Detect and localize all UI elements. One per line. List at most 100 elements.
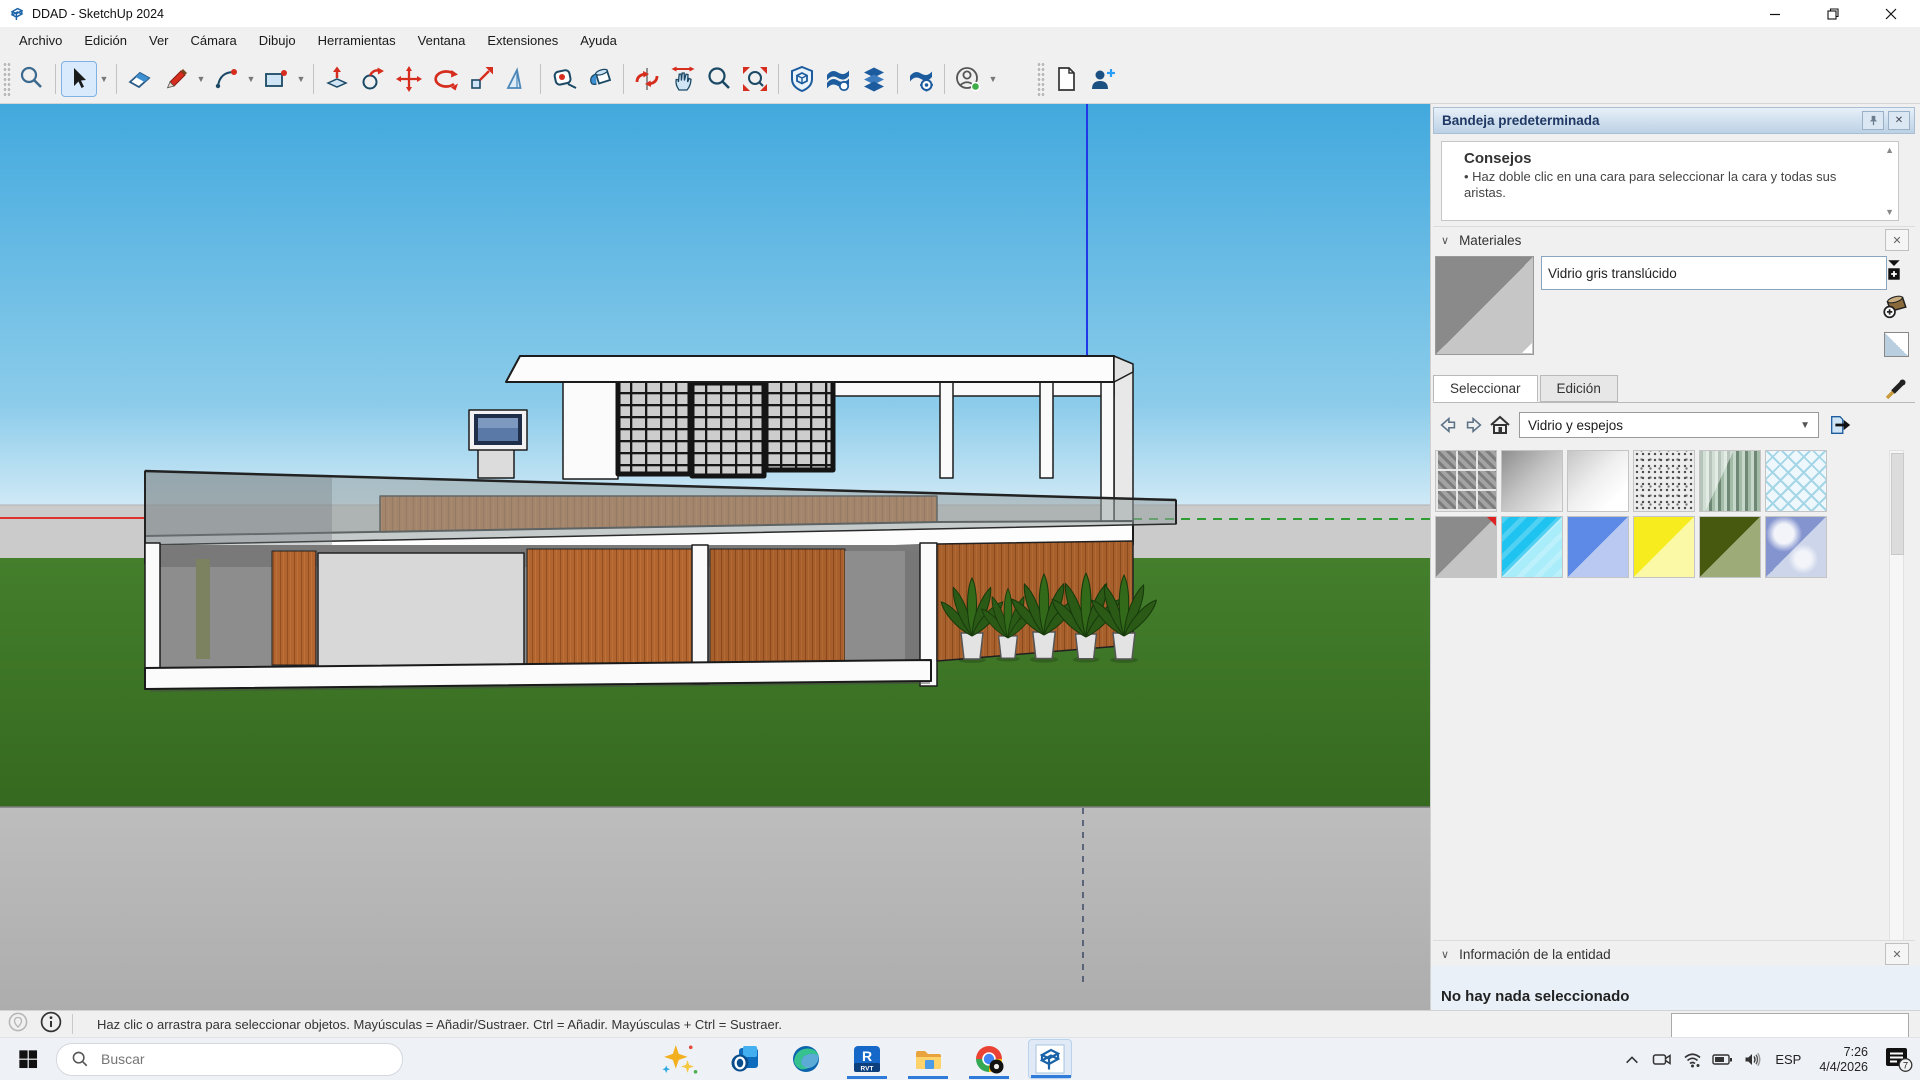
material-swatch[interactable] [1699, 516, 1761, 578]
select-tool-button[interactable] [61, 61, 97, 97]
tab-edicion[interactable]: Edición [1540, 375, 1618, 402]
collection-detail-button[interactable] [1827, 412, 1853, 438]
line-tool-dropdown[interactable]: ▼ [194, 62, 208, 96]
account-button[interactable] [950, 61, 986, 97]
meet-now-button[interactable] [1647, 1040, 1677, 1080]
pushpull-tool-button[interactable] [319, 61, 355, 97]
add-collaborator-button[interactable] [1084, 61, 1120, 97]
tray-close-button[interactable]: ✕ [1888, 111, 1910, 130]
material-swatch[interactable] [1633, 450, 1695, 512]
extension-manager-button[interactable] [903, 61, 939, 97]
material-swatch[interactable] [1765, 450, 1827, 512]
materials-section-header[interactable]: ∨ Materiales ✕ [1433, 226, 1915, 253]
collection-dropdown[interactable]: Vidrio y espejos ▼ [1519, 412, 1819, 438]
material-swatch[interactable] [1567, 450, 1629, 512]
tray-header[interactable]: Bandeja predeterminada ✕ [1433, 107, 1915, 134]
menu-camara[interactable]: Cámara [180, 29, 248, 52]
measurements-input[interactable] [1671, 1013, 1909, 1038]
viewport-3d-canvas[interactable] [0, 104, 1430, 1010]
material-name-input[interactable] [1541, 256, 1887, 290]
menu-dibujo[interactable]: Dibujo [248, 29, 307, 52]
taskbar-app-outlook[interactable] [723, 1039, 767, 1079]
tray-expand-button[interactable] [1617, 1040, 1647, 1080]
taskbar-app-revit[interactable]: RRVT [845, 1039, 889, 1079]
rectangle-tool-dropdown[interactable]: ▼ [294, 62, 308, 96]
select-tool-dropdown[interactable]: ▼ [97, 62, 111, 96]
tray-pin-button[interactable] [1862, 111, 1884, 130]
material-swatch[interactable] [1501, 450, 1563, 512]
taskbar-app-explorer[interactable] [906, 1039, 950, 1079]
close-button[interactable] [1862, 0, 1920, 27]
material-swatch[interactable] [1765, 516, 1827, 578]
geolocation-button[interactable] [8, 1012, 28, 1037]
material-swatch[interactable] [1633, 516, 1695, 578]
search-input[interactable] [99, 1050, 363, 1068]
taskbar-app-edge[interactable] [784, 1039, 828, 1079]
pan-tool-button[interactable] [665, 61, 701, 97]
dimension-tool-button[interactable] [499, 61, 535, 97]
account-dropdown[interactable]: ▼ [986, 62, 1000, 96]
search-tool-button[interactable] [14, 61, 50, 97]
zoom-tool-button[interactable] [701, 61, 737, 97]
tips-scroll-down[interactable]: ▼ [1885, 207, 1894, 217]
minimize-button[interactable] [1746, 0, 1804, 27]
back-button[interactable] [1435, 412, 1461, 438]
secondary-pane-button[interactable] [1883, 258, 1917, 287]
entity-info-close-button[interactable]: ✕ [1885, 943, 1909, 965]
trimble-connect-button[interactable] [856, 61, 892, 97]
notification-center-button[interactable]: 7 [1878, 1040, 1920, 1080]
toolbar-grip-2[interactable] [1037, 62, 1045, 96]
zoom-extents-tool-button[interactable] [737, 61, 773, 97]
volume-button[interactable] [1737, 1040, 1767, 1080]
material-preview-thumbnail[interactable] [1435, 256, 1534, 355]
restore-button[interactable] [1804, 0, 1862, 27]
taskbar-search[interactable] [56, 1043, 403, 1076]
toolbar-grip[interactable] [3, 62, 11, 96]
language-indicator[interactable]: ESP [1767, 1052, 1809, 1067]
create-material-button[interactable] [1881, 292, 1915, 325]
material-swatch-selected[interactable] [1435, 516, 1497, 578]
paint-bucket-tool-button[interactable] [582, 61, 618, 97]
menu-extensiones[interactable]: Extensiones [476, 29, 569, 52]
menu-herramientas[interactable]: Herramientas [307, 29, 407, 52]
default-material-sample[interactable] [1884, 332, 1909, 357]
line-tool-button[interactable] [158, 61, 194, 97]
menu-archivo[interactable]: Archivo [8, 29, 73, 52]
forward-button[interactable] [1461, 412, 1487, 438]
menu-edicion[interactable]: Edición [73, 29, 138, 52]
help-button[interactable] [40, 1011, 62, 1038]
followme-tool-button[interactable] [355, 61, 391, 97]
arc-tool-button[interactable] [208, 61, 244, 97]
material-swatch[interactable] [1699, 450, 1761, 512]
eraser-tool-button[interactable] [122, 61, 158, 97]
menu-ver[interactable]: Ver [138, 29, 180, 52]
copilot-button[interactable] [653, 1039, 705, 1079]
start-button[interactable] [6, 1039, 50, 1079]
entity-info-section-header[interactable]: ∨ Información de la entidad ✕ [1433, 940, 1915, 967]
tab-seleccionar[interactable]: Seleccionar [1433, 375, 1538, 402]
in-model-button[interactable] [1487, 412, 1513, 438]
preview-resize-handle[interactable] [1522, 343, 1532, 353]
network-button[interactable] [1677, 1040, 1707, 1080]
tape-measure-tool-button[interactable] [546, 61, 582, 97]
clock[interactable]: 7:26 4/4/2026 [1809, 1045, 1878, 1075]
material-swatch[interactable] [1567, 516, 1629, 578]
arc-tool-dropdown[interactable]: ▼ [244, 62, 258, 96]
taskbar-app-chrome[interactable] [967, 1039, 1011, 1079]
rectangle-tool-button[interactable] [258, 61, 294, 97]
sample-paint-button[interactable] [1883, 376, 1909, 407]
scrollbar-thumb[interactable] [1891, 453, 1904, 555]
new-document-button[interactable] [1048, 61, 1084, 97]
move-tool-button[interactable] [391, 61, 427, 97]
orbit-tool-button[interactable] [629, 61, 665, 97]
scale-tool-button[interactable] [463, 61, 499, 97]
materials-close-button[interactable]: ✕ [1885, 229, 1909, 251]
tips-scroll-up[interactable]: ▲ [1885, 145, 1894, 155]
material-swatch[interactable] [1435, 450, 1497, 512]
material-swatch[interactable] [1501, 516, 1563, 578]
warehouse-3d-button[interactable] [820, 61, 856, 97]
menu-ayuda[interactable]: Ayuda [569, 29, 628, 52]
rotate-tool-button[interactable] [427, 61, 463, 97]
menu-ventana[interactable]: Ventana [407, 29, 477, 52]
extension-warehouse-button[interactable] [784, 61, 820, 97]
